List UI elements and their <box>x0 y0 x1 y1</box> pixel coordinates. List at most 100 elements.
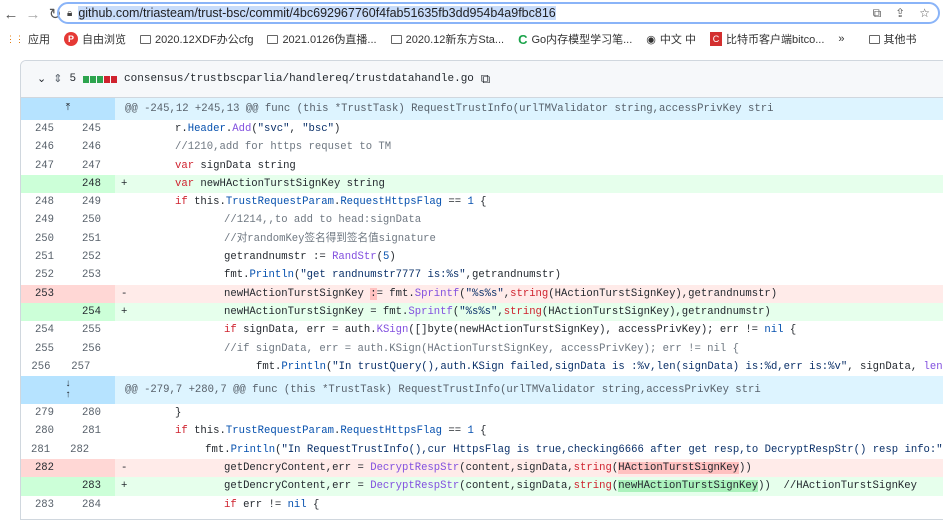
more-bookmarks-button[interactable]: » <box>838 33 844 45</box>
code-line: newHActionTurstSignKey = fmt.Sprintf("%s… <box>139 303 943 321</box>
new-line-number[interactable] <box>68 285 115 303</box>
copy-icon[interactable]: ⧉ <box>481 72 490 87</box>
old-line-number[interactable]: 254 <box>21 321 68 339</box>
new-line-number[interactable]: 253 <box>68 266 115 284</box>
new-line-number[interactable]: 282 <box>60 441 99 459</box>
code-token: newHActionTurstSignKey <box>618 480 758 492</box>
code-token: string <box>574 462 612 474</box>
code-token: KSign <box>377 324 409 336</box>
code-token: getrandnumstr := <box>224 251 332 263</box>
code-token: RequestHttpsFlag <box>340 425 442 437</box>
new-line-number[interactable] <box>68 459 115 477</box>
old-line-number[interactable]: 255 <box>21 340 68 358</box>
old-line-number[interactable]: 247 <box>21 157 68 175</box>
expand-all-icon[interactable]: ⇕ <box>53 72 62 86</box>
new-line-number[interactable]: 283 <box>68 477 115 495</box>
old-line-number[interactable]: 249 <box>21 211 68 229</box>
bookmark-item[interactable]: 2020.12新东方Sta... <box>391 31 504 47</box>
new-line-number[interactable]: 284 <box>68 496 115 514</box>
new-line-number[interactable]: 250 <box>68 211 115 229</box>
new-line-number[interactable]: 252 <box>68 248 115 266</box>
address-bar[interactable]: 🔒︎ github.com/triasteam/trust-bsc/commit… <box>57 2 940 24</box>
translate-icon[interactable]: ⧉ <box>873 6 882 21</box>
new-line-number[interactable]: 246 <box>68 138 115 156</box>
old-line-number[interactable]: 251 <box>21 248 68 266</box>
diff-marker <box>115 340 139 358</box>
new-line-number[interactable]: 255 <box>68 321 115 339</box>
star-icon[interactable]: ☆ <box>919 6 930 21</box>
old-line-number[interactable]: 283 <box>21 496 68 514</box>
forward-icon[interactable]: → <box>22 6 44 23</box>
diff-marker: - <box>115 459 139 477</box>
old-line-number[interactable] <box>21 477 68 495</box>
new-line-number[interactable]: 280 <box>68 404 115 422</box>
diff-file: ⌄ ⇕ 5 consensus/trustbscparlia/handlereq… <box>20 60 943 520</box>
diff-line: 250251//对randomKey签名得到签名值signature <box>21 230 943 248</box>
folder-icon <box>869 35 880 44</box>
diffstat-block <box>90 76 96 83</box>
old-line-number[interactable]: 246 <box>21 138 68 156</box>
old-line-number[interactable]: 253 <box>21 285 68 303</box>
share-icon[interactable]: ⇪ <box>895 6 905 21</box>
code-line: r.Header.Add("svc", "bsc") <box>139 120 943 138</box>
old-line-number[interactable]: 281 <box>21 441 60 459</box>
expand-hunk-icon[interactable]: ↓↑ <box>21 376 115 404</box>
bookmark-item[interactable]: C比特币客户端bitco... <box>710 31 824 47</box>
code-line: //1210,add for https requset to TM <box>139 138 943 156</box>
bookmark-item[interactable]: CGo内存模型学习笔... <box>518 31 632 47</box>
back-icon[interactable]: ← <box>0 6 22 23</box>
old-line-number[interactable]: 256 <box>21 358 61 376</box>
bookmark-item[interactable]: 其他书 <box>869 31 917 47</box>
diff-marker <box>115 422 139 440</box>
old-line-number[interactable]: 248 <box>21 193 68 211</box>
bookmark-item[interactable]: P自由浏览 <box>64 31 126 47</box>
diff-marker: + <box>115 175 139 193</box>
bookmarks-bar: ⋮⋮应用 P自由浏览 2020.12XDF办公cfg 2021.0126伪直播... 2… <box>0 28 943 50</box>
code-token: err != <box>237 499 288 511</box>
bookmark-label: 比特币客户端bitco... <box>726 31 824 47</box>
hunk-header: ↓↑@@ -279,7 +280,7 @@ func (this *TrustT… <box>21 376 943 404</box>
diff-line: 246246 //1210,add for https requset to TM <box>21 138 943 156</box>
expand-hunk-icon[interactable]: ⤒ <box>21 98 115 120</box>
url-text[interactable]: github.com/triasteam/trust-bsc/commit/4b… <box>78 6 555 20</box>
old-line-number[interactable]: 252 <box>21 266 68 284</box>
bookmark-item[interactable]: ◉中文 中 <box>646 31 696 47</box>
code-token: Add <box>232 123 251 135</box>
new-line-number[interactable]: 249 <box>68 193 115 211</box>
old-line-number[interactable]: 280 <box>21 422 68 440</box>
code-token: if <box>175 196 188 208</box>
code-token: newHActionTurstSignKey <box>224 288 370 300</box>
new-line-number[interactable]: 247 <box>68 157 115 175</box>
file-path[interactable]: consensus/trustbscparlia/handlereq/trust… <box>124 73 474 85</box>
diff-marker <box>115 120 139 138</box>
bookmark-item[interactable]: ⋮⋮应用 <box>6 31 50 47</box>
old-line-number[interactable]: 279 <box>21 404 68 422</box>
collapse-chevron-icon[interactable]: ⌄ <box>37 72 46 86</box>
code-token: string <box>504 306 542 318</box>
code-line: getDencryContent,err = DecryptRespStr(co… <box>139 459 943 477</box>
diff-line: 247247var signData string <box>21 157 943 175</box>
hunk-header: ⤒@@ -245,12 +245,13 @@ func (this *Trust… <box>21 98 943 120</box>
bookmark-item[interactable]: 2021.0126伪直播... <box>267 31 376 47</box>
old-line-number[interactable]: 245 <box>21 120 68 138</box>
diff-marker <box>115 157 139 175</box>
new-line-number[interactable]: 257 <box>61 358 101 376</box>
new-line-number[interactable]: 254 <box>68 303 115 321</box>
old-line-number[interactable]: 250 <box>21 230 68 248</box>
code-token: getDencryContent,err = <box>224 462 370 474</box>
new-line-number[interactable]: 248 <box>68 175 115 193</box>
code-token: { <box>783 324 796 336</box>
code-token: Header <box>188 123 226 135</box>
new-line-number[interactable]: 245 <box>68 120 115 138</box>
code-token: TrustRequestParam <box>226 425 334 437</box>
code-line: if err != nil { <box>139 496 943 514</box>
new-line-number[interactable]: 256 <box>68 340 115 358</box>
old-line-number[interactable] <box>21 303 68 321</box>
code-token: r. <box>175 123 188 135</box>
new-line-number[interactable]: 281 <box>68 422 115 440</box>
old-line-number[interactable]: 282 <box>21 459 68 477</box>
change-count: 5 <box>69 73 76 85</box>
bookmark-item[interactable]: 2020.12XDF办公cfg <box>140 31 253 47</box>
old-line-number[interactable] <box>21 175 68 193</box>
new-line-number[interactable]: 251 <box>68 230 115 248</box>
